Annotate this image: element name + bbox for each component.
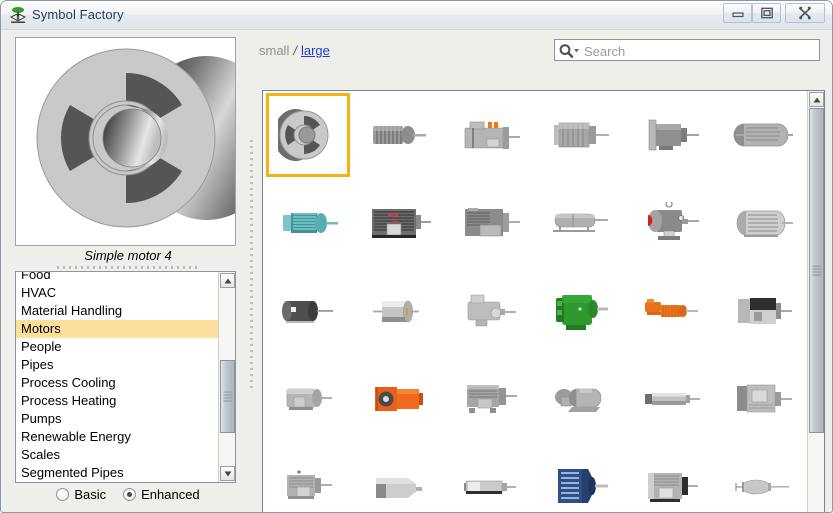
- radio-option-enhanced[interactable]: Enhanced: [123, 487, 200, 502]
- list-item[interactable]: HVAC: [16, 284, 219, 302]
- content-area: Simple motor 4 Food HVAC Material Handli…: [1, 30, 832, 512]
- radio-basic-label: Basic: [74, 487, 107, 502]
- symbol-cell-motor-blue-finned[interactable]: [535, 443, 626, 512]
- list-item[interactable]: Scales: [16, 446, 219, 464]
- preview-label: Simple motor 4: [84, 248, 172, 263]
- symbol-cell-motor-drum-flange[interactable]: [535, 91, 626, 179]
- search-input[interactable]: [582, 40, 818, 62]
- list-item[interactable]: Process Heating: [16, 392, 219, 410]
- symbol-cell-gearbox-orange[interactable]: [354, 355, 445, 443]
- symbol-cell-motor-barrel-hatched[interactable]: [716, 91, 807, 179]
- size-separator: /: [293, 43, 297, 58]
- scroll-down-icon[interactable]: [220, 466, 235, 481]
- symbol-preview: [15, 37, 236, 246]
- size-large-link[interactable]: large: [301, 43, 330, 58]
- symbol-cell-motor-teal-ribbed[interactable]: [263, 179, 354, 267]
- scrollbar-thumb[interactable]: [220, 360, 235, 433]
- list-item[interactable]: Food: [16, 272, 219, 284]
- symbol-cell-motor-industrial-orange-tag[interactable]: [444, 91, 535, 179]
- radio-option-basic[interactable]: Basic: [56, 487, 106, 502]
- category-list-scrollbar[interactable]: [218, 272, 235, 482]
- list-item[interactable]: Pipes: [16, 356, 219, 374]
- list-item-motors[interactable]: Motors: [16, 320, 219, 338]
- scroll-up-icon[interactable]: [809, 92, 824, 107]
- symbol-cell-motor-small-horizontal[interactable]: [444, 443, 535, 512]
- symbol-cell-motor-black-silver[interactable]: [716, 267, 807, 355]
- symbol-cell-motor-gray-louvered[interactable]: [444, 179, 535, 267]
- symbol-factory-window: Symbol Factory Simple motor 4 Food HVAC …: [0, 0, 833, 513]
- left-panel: Simple motor 4 Food HVAC Material Handli…: [9, 33, 247, 511]
- symbol-cell-motor-silver-compact[interactable]: [263, 355, 354, 443]
- scrollbar-grip-icon: [223, 391, 232, 402]
- list-item[interactable]: Renewable Energy: [16, 428, 219, 446]
- symbol-grid: [263, 91, 807, 512]
- radio-basic-indicator[interactable]: [56, 488, 70, 501]
- radio-enhanced-indicator[interactable]: [123, 488, 137, 501]
- search-box[interactable]: [554, 39, 820, 63]
- list-item[interactable]: Segmented Pipes: [16, 464, 219, 482]
- symbol-cell-motor-silver-cylinder[interactable]: [354, 267, 445, 355]
- symbol-cell-simple-motor-4[interactable]: [263, 91, 354, 179]
- symbol-cell-motor-ribbed-horizontal[interactable]: [354, 91, 445, 179]
- scrollbar-grip-icon: [812, 265, 821, 276]
- list-item[interactable]: Pumps: [16, 410, 219, 428]
- symbol-cell-motor-pump-pair[interactable]: [535, 355, 626, 443]
- symbol-cell-gearmotor-green[interactable]: [535, 267, 626, 355]
- scroll-up-icon[interactable]: [220, 273, 235, 288]
- symbol-cell-motor-ribbed-footed[interactable]: [444, 355, 535, 443]
- title-bar: Symbol Factory: [1, 1, 832, 30]
- symbol-cell-motor-tank-feet[interactable]: [535, 179, 626, 267]
- scrollbar-thumb[interactable]: [809, 108, 824, 433]
- category-list-items: Food HVAC Material Handling Motors Peopl…: [16, 272, 219, 482]
- radio-enhanced-label: Enhanced: [141, 487, 200, 502]
- symbol-cell-motor-panel-silver[interactable]: [716, 355, 807, 443]
- symbol-cell-motor-finned-bolted[interactable]: [263, 443, 354, 512]
- size-small-link[interactable]: small: [259, 43, 289, 58]
- symbol-cell-motor-micro-shaft[interactable]: [716, 443, 807, 512]
- symbol-cell-motor-dark-cylinder[interactable]: [263, 267, 354, 355]
- symbol-cell-motor-orange-small[interactable]: [626, 267, 717, 355]
- window-title: Symbol Factory: [32, 7, 124, 22]
- list-item[interactable]: Process Cooling: [16, 374, 219, 392]
- list-item[interactable]: Material Handling: [16, 302, 219, 320]
- symbol-cell-motor-silver-louvered[interactable]: [626, 443, 717, 512]
- vertical-splitter-handle[interactable]: [249, 140, 256, 390]
- valve-icon: [8, 6, 28, 25]
- symbol-cell-motor-silver-finned[interactable]: [716, 179, 807, 267]
- magnifier-icon[interactable]: [558, 43, 580, 63]
- render-mode-radio-group: Basic Enhanced: [9, 487, 247, 502]
- list-item[interactable]: People: [16, 338, 219, 356]
- size-toggle: small / large: [259, 43, 330, 58]
- symbol-cell-motor-flange-mount[interactable]: [626, 91, 717, 179]
- symbol-grid-panel: [262, 90, 825, 512]
- symbol-cell-motor-dark-panel-red[interactable]: [354, 179, 445, 267]
- symbol-cell-motor-housing-gray[interactable]: [444, 267, 535, 355]
- maximize-button[interactable]: [752, 3, 781, 23]
- symbol-cell-motor-flange-red-detail[interactable]: [626, 179, 717, 267]
- toolbar: small / large: [259, 39, 825, 65]
- symbol-cell-motor-blocky-gray[interactable]: [354, 443, 445, 512]
- minimize-button[interactable]: [723, 3, 752, 23]
- symbol-grid-scrollbar[interactable]: [807, 91, 824, 512]
- close-button[interactable]: [785, 3, 825, 23]
- category-list[interactable]: Food HVAC Material Handling Motors Peopl…: [15, 271, 236, 483]
- symbol-cell-motor-slim-tube[interactable]: [626, 355, 717, 443]
